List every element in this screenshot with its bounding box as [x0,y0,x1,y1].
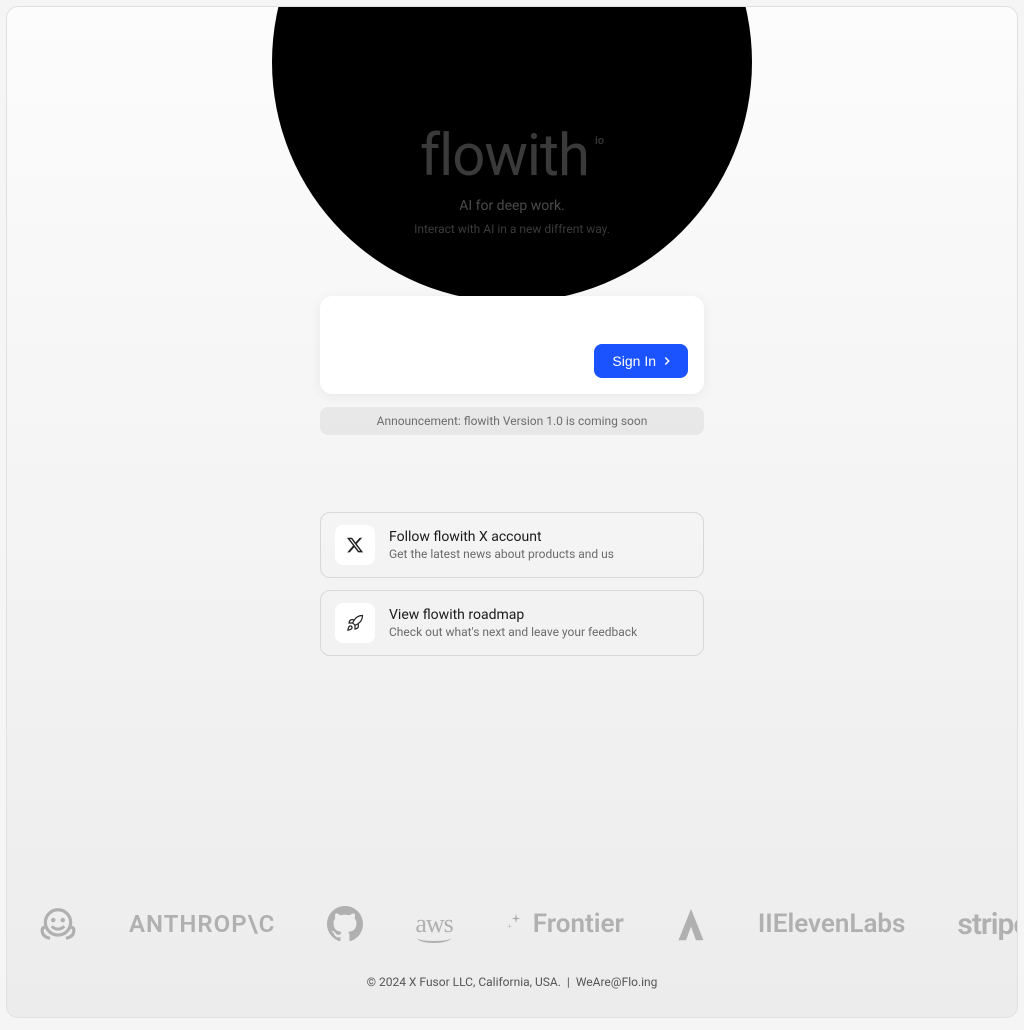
chevron-right-icon [660,354,674,368]
logo-badge: io [595,134,604,147]
footer-separator: | [567,975,570,989]
link-card-subtitle: Get the latest news about products and u… [389,547,614,561]
partners-row: ANTHROP\C aws Frontier IIElevenLabs stri… [7,905,1017,943]
app-frame: flowith io AI for deep work. Interact wi… [6,6,1018,1018]
github-icon [327,906,363,942]
partner-frontier: Frontier [505,909,624,939]
sign-in-label: Sign In [612,353,656,369]
partner-hugging-face [39,905,77,943]
partner-elevenlabs: IIElevenLabs [758,909,906,939]
sign-in-button[interactable]: Sign In [594,344,688,378]
rocket-icon [335,603,375,643]
sparkle-icon [505,913,527,935]
link-card-title: Follow flowith X account [389,529,614,545]
link-cards: Follow flowith X account Get the latest … [320,512,704,656]
auth-box: Sign In [320,296,704,394]
link-card-roadmap[interactable]: View flowith roadmap Check out what's ne… [320,590,704,656]
link-card-texts: View flowith roadmap Check out what's ne… [389,607,637,639]
link-card-follow-x[interactable]: Follow flowith X account Get the latest … [320,512,704,578]
partner-github [327,906,363,942]
smiley-icon [39,905,77,943]
link-card-subtitle: Check out what's next and leave your fee… [389,625,637,639]
tagline-secondary: Interact with AI in a new diffrent way. [414,222,610,236]
footer-email-link[interactable]: WeAre@Flo.ing [576,975,658,989]
footer-copyright: © 2024 X Fusor LLC, California, USA. [367,975,561,989]
hero: flowith io AI for deep work. Interact wi… [414,122,610,236]
partner-anthropic: ANTHROP\C [129,910,275,938]
partner-aws: aws [415,909,452,939]
announcement-banner: Announcement: flowith Version 1.0 is com… [320,407,704,435]
a-mark-icon [676,906,706,942]
link-card-title: View flowith roadmap [389,607,637,623]
footer: © 2024 X Fusor LLC, California, USA. | W… [7,975,1017,989]
partner-stripe: stripe [957,907,1017,942]
logo-text: flowith [420,122,589,190]
logo-wrap: flowith io [414,122,610,190]
partner-a-mark [676,906,706,942]
link-card-texts: Follow flowith X account Get the latest … [389,529,614,561]
tagline-primary: AI for deep work. [414,198,610,214]
x-logo-icon [335,525,375,565]
